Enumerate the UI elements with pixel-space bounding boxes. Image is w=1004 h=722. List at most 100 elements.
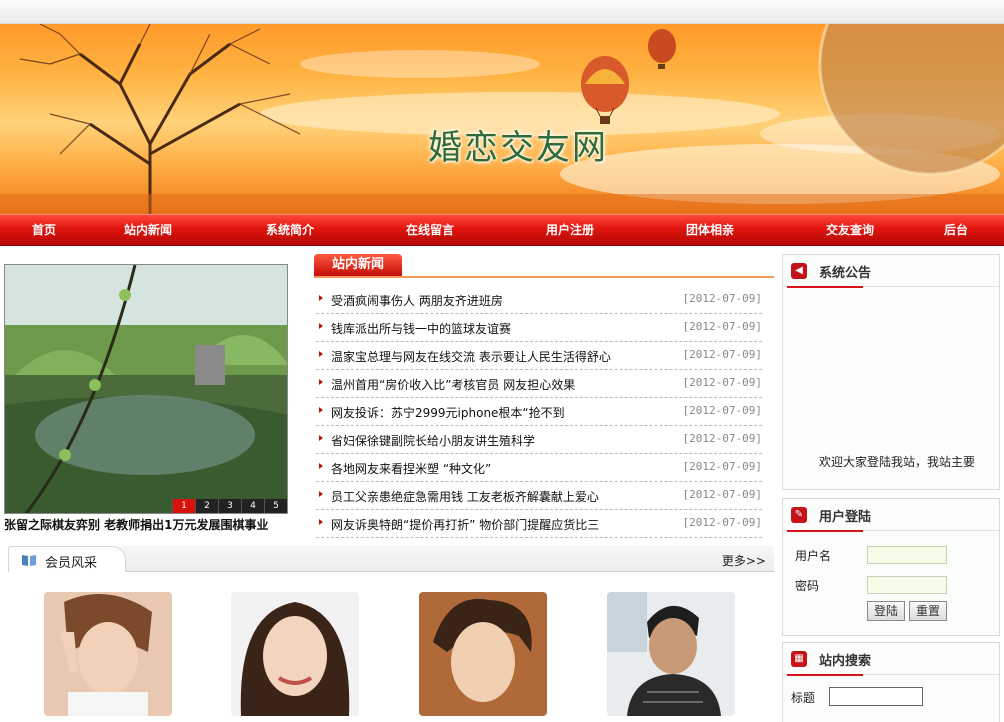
members-panel: 会员风采 更多>> [8, 546, 774, 722]
news-title[interactable]: 钱库派出所与钱一中的篮球友谊赛 [331, 320, 511, 337]
search-label: 标题 [791, 691, 816, 705]
slide-page-5[interactable]: 5 [264, 499, 287, 513]
member-photo[interactable] [419, 592, 547, 716]
login-box: ✎ 用户登陆 用户名 密码 登陆 重置 [782, 498, 1000, 636]
bullet-icon [319, 407, 323, 413]
member-photo-image [419, 592, 547, 716]
member-photo-image [607, 592, 735, 716]
notice-title: 系统公告 [819, 266, 872, 281]
notice-header: ◀ 系统公告 [783, 255, 999, 288]
news-date: [2012-07-09] [682, 376, 762, 389]
news-item[interactable]: 温州首用“房价收入比”考核官员 网友担心效果 [2012-07-09] [316, 370, 762, 398]
member-photo[interactable] [231, 592, 359, 716]
news-title[interactable]: 各地网友来看捏米塑 “种文化” [331, 460, 491, 477]
member-photo[interactable] [607, 592, 735, 716]
nav-item-home[interactable]: 首页 [32, 221, 56, 238]
slide-page-1[interactable]: 1 [172, 499, 195, 513]
bullet-icon [319, 351, 323, 357]
login-header: ✎ 用户登陆 [783, 499, 999, 532]
member-photo[interactable] [44, 592, 172, 716]
news-item[interactable]: 钱库派出所与钱一中的篮球友谊赛 [2012-07-09] [316, 314, 762, 342]
news-title[interactable]: 网友诉奥特朗“提价再打折” 物价部门提醒应货比三 [331, 516, 599, 533]
news-title[interactable]: 省妇保徐键副院长给小朋友讲生殖科学 [331, 432, 535, 449]
bullet-icon [319, 519, 323, 525]
reset-button[interactable]: 重置 [909, 601, 947, 621]
nav-item-guestbook[interactable]: 在线留言 [406, 221, 454, 238]
news-item[interactable]: 员工父亲患绝症急需用钱 工友老板齐解囊献上爱心 [2012-07-09] [316, 482, 762, 510]
notice-marquee-text: 欢迎大家登陆我站，我站主要 [819, 455, 976, 469]
slide-page-3[interactable]: 3 [218, 499, 241, 513]
news-item[interactable]: 省妇保徐键副院长给小朋友讲生殖科学 [2012-07-09] [316, 426, 762, 454]
news-date: [2012-07-09] [682, 404, 762, 417]
news-title[interactable]: 网友投诉：苏宁2999元iphone根本“抢不到 [331, 404, 565, 421]
members-more-link[interactable]: 更多>> [722, 552, 766, 569]
news-date: [2012-07-09] [682, 488, 762, 501]
news-item[interactable]: 网友投诉：苏宁2999元iphone根本“抢不到 [2012-07-09] [316, 398, 762, 426]
news-tab[interactable]: 站内新闻 [314, 254, 402, 276]
news-title[interactable]: 温州首用“房价收入比”考核官员 网友担心效果 [331, 376, 575, 393]
site-banner: 婚恋交友网 [0, 24, 1004, 214]
username-label: 用户名 [795, 549, 832, 563]
slide-page-4[interactable]: 4 [241, 499, 264, 513]
news-date: [2012-07-09] [682, 320, 762, 333]
nav-item-register[interactable]: 用户注册 [546, 221, 594, 238]
news-date: [2012-07-09] [682, 292, 762, 305]
slideshow-pager: 1 2 3 4 5 [172, 499, 287, 513]
search-title: 站内搜索 [819, 654, 872, 669]
bullet-icon [319, 463, 323, 469]
username-input[interactable] [867, 546, 947, 564]
nav-item-search[interactable]: 交友查询 [826, 221, 874, 238]
nav-item-group-dating[interactable]: 团体相亲 [686, 221, 734, 238]
member-photo-image [44, 592, 172, 716]
news-list: 受酒疯闹事伤人 两朋友齐进班房 [2012-07-09] 钱库派出所与钱一中的篮球… [316, 286, 762, 538]
news-item[interactable]: 网友诉奥特朗“提价再打折” 物价部门提醒应货比三 [2012-07-09] [316, 510, 762, 538]
news-item[interactable]: 温家宝总理与网友在线交流 表示要让人民生活得舒心 [2012-07-09] [316, 342, 762, 370]
slideshow-caption[interactable]: 张留之际棋友弈别 老教师捐出1万元发展围棋事业 [4, 516, 294, 533]
bullet-icon [319, 491, 323, 497]
members-title: 会员风采 [45, 556, 98, 571]
news-title[interactable]: 受酒疯闹事伤人 两朋友齐进班房 [331, 292, 503, 309]
site-title: 婚恋交友网 [428, 128, 608, 168]
notice-underline [787, 286, 863, 288]
search-header: ▦ 站内搜索 [783, 643, 999, 676]
news-panel: 站内新闻 受酒疯闹事伤人 两朋友齐进班房 [2012-07-09] 钱库派出所与钱… [314, 254, 774, 538]
search-underline [787, 674, 863, 676]
grid-icon: ▦ [791, 651, 807, 667]
nav-item-about[interactable]: 系统简介 [266, 221, 314, 238]
news-header: 站内新闻 [314, 254, 774, 278]
bullet-icon [319, 295, 323, 301]
news-date: [2012-07-09] [682, 348, 762, 361]
news-date: [2012-07-09] [682, 432, 762, 445]
book-icon [22, 555, 36, 566]
pencil-icon: ✎ [791, 507, 807, 523]
nav-item-news[interactable]: 站内新闻 [124, 221, 172, 238]
news-title[interactable]: 员工父亲患绝症急需用钱 工友老板齐解囊献上爱心 [331, 488, 599, 505]
news-date: [2012-07-09] [682, 516, 762, 529]
news-date: [2012-07-09] [682, 460, 762, 473]
login-title: 用户登陆 [819, 510, 872, 525]
bullet-icon [319, 379, 323, 385]
main-nav: 首页 站内新闻 系统简介 在线留言 用户注册 团体相亲 交友查询 后台 [0, 214, 1004, 246]
slide-page-2[interactable]: 2 [195, 499, 218, 513]
bullet-icon [319, 323, 323, 329]
password-label: 密码 [795, 579, 820, 593]
banner-artwork [0, 24, 1004, 214]
news-item[interactable]: 受酒疯闹事伤人 两朋友齐进班房 [2012-07-09] [316, 286, 762, 314]
password-input[interactable] [867, 576, 947, 594]
news-title[interactable]: 温家宝总理与网友在线交流 表示要让人民生活得舒心 [331, 348, 611, 365]
nav-item-admin[interactable]: 后台 [944, 221, 968, 238]
news-slideshow[interactable]: 1 2 3 4 5 [4, 264, 288, 514]
members-header: 会员风采 更多>> [8, 546, 774, 572]
bullet-icon [319, 435, 323, 441]
browser-top-strip [0, 0, 1004, 24]
search-box: ▦ 站内搜索 标题 [782, 642, 1000, 722]
login-button[interactable]: 登陆 [867, 601, 905, 621]
slideshow-image [5, 265, 287, 513]
login-underline [787, 530, 863, 532]
notice-box: ◀ 系统公告 欢迎大家登陆我站，我站主要 [782, 254, 1000, 490]
news-item[interactable]: 各地网友来看捏米塑 “种文化” [2012-07-09] [316, 454, 762, 482]
megaphone-icon: ◀ [791, 263, 807, 279]
members-tab[interactable]: 会员风采 [8, 546, 126, 572]
search-title-input[interactable] [829, 687, 923, 706]
member-photo-image [231, 592, 359, 716]
